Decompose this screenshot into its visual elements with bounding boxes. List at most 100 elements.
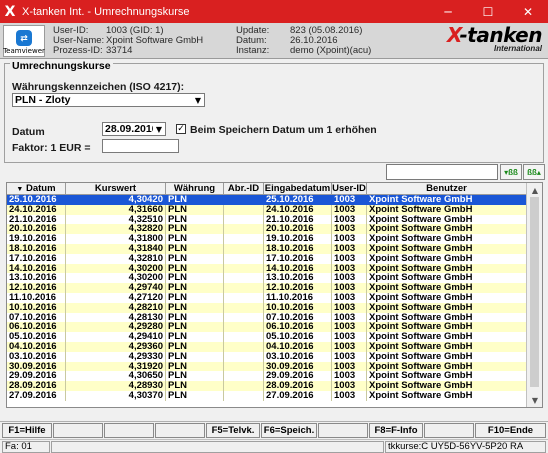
cell-waehrung: PLN	[166, 341, 224, 352]
table-row[interactable]: 20.10.2016 4,32820 PLN 20.10.2016 1003 Xpoint…	[7, 224, 527, 235]
f6-save-button[interactable]: F6=Speich.	[261, 423, 317, 438]
table-row[interactable]: 17.10.2016 4,32810 PLN 17.10.2016 1003 Xpoint…	[7, 253, 527, 264]
title-bar[interactable]: X X-tanken Int. - Umrechnungskurse ─ ☐ ✕	[0, 0, 548, 23]
scroll-up-icon[interactable]: ▲	[527, 183, 542, 197]
fkey-slot-9[interactable]	[424, 423, 474, 438]
cell-eingabedatum: 30.09.2016	[264, 361, 332, 372]
cell-waehrung: PLN	[166, 371, 224, 382]
table-row[interactable]: 05.10.2016 4,29410 PLN 05.10.2016 1003 Xpoint…	[7, 332, 527, 342]
cell-waehrung: PLN	[166, 253, 224, 264]
datum-picker[interactable]: 28.09.2016 ▼	[102, 122, 166, 136]
table-row[interactable]: 25.10.2016 4,30420 PLN 25.10.2016 1003 Xpoint…	[7, 195, 527, 205]
col-user-id[interactable]: User-ID	[332, 183, 367, 195]
col-abr-id[interactable]: Abr.-ID	[224, 183, 264, 195]
cell-datum: 17.10.2016	[7, 253, 66, 264]
cell-abr-id	[224, 302, 264, 313]
calendar-dropdown-icon[interactable]: ▼	[153, 123, 165, 135]
col-eingabedatum[interactable]: Eingabedatum	[264, 183, 332, 195]
scroll-thumb[interactable]	[530, 197, 539, 387]
table-row[interactable]: 19.10.2016 4,31800 PLN 19.10.2016 1003 Xpoint…	[7, 234, 527, 244]
col-waehrung[interactable]: Währung	[166, 183, 224, 195]
table-row[interactable]: 30.09.2016 4,31920 PLN 30.09.2016 1003 Xpoint…	[7, 361, 527, 372]
cell-waehrung: PLN	[166, 224, 224, 235]
cell-abr-id	[224, 312, 264, 323]
table-row[interactable]: 18.10.2016 4,31840 PLN 18.10.2016 1003 Xpoint…	[7, 243, 527, 254]
prozess-id-value: 33714	[106, 45, 133, 56]
cell-waehrung: PLN	[166, 292, 224, 303]
cell-benutzer: Xpoint Software GmbH	[367, 341, 527, 352]
cell-abr-id	[224, 381, 264, 391]
search-up-button[interactable]: ßß▴	[523, 164, 545, 180]
increment-date-checkbox[interactable]: ✓	[176, 124, 186, 134]
cell-abr-id	[224, 341, 264, 352]
table-row[interactable]: 11.10.2016 4,27120 PLN 11.10.2016 1003 Xpoint…	[7, 292, 527, 303]
cell-waehrung: PLN	[166, 381, 224, 391]
cell-waehrung: PLN	[166, 273, 224, 284]
table-row[interactable]: 21.10.2016 4,32510 PLN 21.10.2016 1003 Xpoint…	[7, 214, 527, 225]
currency-select[interactable]: PLN - Zloty ▼	[12, 93, 205, 107]
fkey-slot-3[interactable]	[104, 423, 154, 438]
cell-datum: 06.10.2016	[7, 322, 66, 333]
status-middle	[51, 441, 384, 453]
f8-finfo-button[interactable]: F8=F-Info	[369, 423, 423, 438]
cell-datum: 14.10.2016	[7, 263, 66, 274]
table-row[interactable]: 13.10.2016 4,30200 PLN 13.10.2016 1003 Xpoint…	[7, 273, 527, 284]
rates-table[interactable]: ▼ Datum Kurswert Währung Abr.-ID Eingabe…	[6, 182, 543, 408]
table-row[interactable]: 24.10.2016 4,31660 PLN 24.10.2016 1003 Xpoint…	[7, 204, 527, 215]
f1-help-button[interactable]: F1=Hilfe	[2, 423, 52, 438]
cell-waehrung: PLN	[166, 214, 224, 225]
session-labels-1: User-ID: User-Name: Prozess-ID:	[53, 26, 104, 56]
cell-user-id: 1003	[332, 341, 367, 352]
maximize-button[interactable]: ☐	[468, 0, 508, 23]
minimize-button[interactable]: ─	[428, 0, 468, 23]
col-datum[interactable]: ▼ Datum	[7, 183, 66, 195]
cell-benutzer: Xpoint Software GmbH	[367, 312, 527, 323]
cell-waehrung: PLN	[166, 204, 224, 215]
scroll-down-icon[interactable]: ▼	[527, 393, 542, 407]
table-row[interactable]: 14.10.2016 4,30200 PLN 14.10.2016 1003 Xpoint…	[7, 263, 527, 274]
f10-exit-button[interactable]: F10=Ende	[475, 423, 546, 438]
increment-date-label: Beim Speichern Datum um 1 erhöhen	[190, 124, 377, 136]
col-kurswert[interactable]: Kurswert	[66, 183, 166, 195]
session-values-1: 1003 (GID: 1) Xpoint Software GmbH 33714	[106, 26, 203, 56]
cell-benutzer: Xpoint Software GmbH	[367, 371, 527, 382]
cell-waehrung: PLN	[166, 312, 224, 323]
close-button[interactable]: ✕	[508, 0, 548, 23]
cell-user-id: 1003	[332, 283, 367, 293]
cell-eingabedatum: 05.10.2016	[264, 332, 332, 342]
cell-abr-id	[224, 273, 264, 284]
search-input[interactable]	[386, 164, 498, 180]
vertical-scrollbar[interactable]: ▲ ▼	[526, 183, 542, 407]
instanz-value: demo (Xpoint)(acu)	[290, 45, 372, 56]
table-row[interactable]: 04.10.2016 4,29360 PLN 04.10.2016 1003 Xpoint…	[7, 341, 527, 352]
cell-eingabedatum: 06.10.2016	[264, 322, 332, 333]
cell-waehrung: PLN	[166, 390, 224, 401]
fkey-slot-2[interactable]	[53, 423, 103, 438]
cell-benutzer: Xpoint Software GmbH	[367, 332, 527, 342]
fkey-slot-7[interactable]	[318, 423, 368, 438]
window-title: X-tanken Int. - Umrechnungskurse	[22, 5, 190, 18]
col-benutzer[interactable]: Benutzer	[367, 183, 527, 195]
faktor-input[interactable]	[102, 139, 179, 153]
table-row[interactable]: 12.10.2016 4,29740 PLN 12.10.2016 1003 Xpoint…	[7, 283, 527, 293]
cell-kurswert: 4,29360	[66, 341, 166, 352]
f5-telvk-button[interactable]: F5=Telvk.	[206, 423, 260, 438]
cell-kurswert: 4,30370	[66, 390, 166, 401]
chevron-down-icon[interactable]: ▼	[192, 94, 204, 106]
table-row[interactable]: 06.10.2016 4,29280 PLN 06.10.2016 1003 Xpoint…	[7, 322, 527, 333]
session-values-2: 823 (05.08.2016) 26.10.2016 demo (Xpoint…	[290, 26, 371, 56]
cell-eingabedatum: 18.10.2016	[264, 243, 332, 254]
cell-datum: 18.10.2016	[7, 243, 66, 254]
teamviewer-button[interactable]: ⇄ Teamviewer	[3, 25, 45, 57]
fkey-slot-4[interactable]	[155, 423, 205, 438]
cell-benutzer: Xpoint Software GmbH	[367, 224, 527, 235]
table-row[interactable]: 28.09.2016 4,28930 PLN 28.09.2016 1003 Xpoint…	[7, 381, 527, 391]
search-down-button[interactable]: ▾ßß	[500, 164, 522, 180]
table-row[interactable]: 29.09.2016 4,30650 PLN 29.09.2016 1003 Xpoint…	[7, 371, 527, 382]
table-row[interactable]: 07.10.2016 4,28130 PLN 07.10.2016 1003 Xpoint…	[7, 312, 527, 323]
table-row[interactable]: 03.10.2016 4,29330 PLN 03.10.2016 1003 Xpoint…	[7, 351, 527, 362]
table-row[interactable]: 10.10.2016 4,28210 PLN 10.10.2016 1003 Xpoint…	[7, 302, 527, 313]
table-row[interactable]: 27.09.2016 4,30370 PLN 27.09.2016 1003 Xpoint…	[7, 390, 527, 401]
cell-datum: 11.10.2016	[7, 292, 66, 303]
cell-datum: 03.10.2016	[7, 351, 66, 362]
